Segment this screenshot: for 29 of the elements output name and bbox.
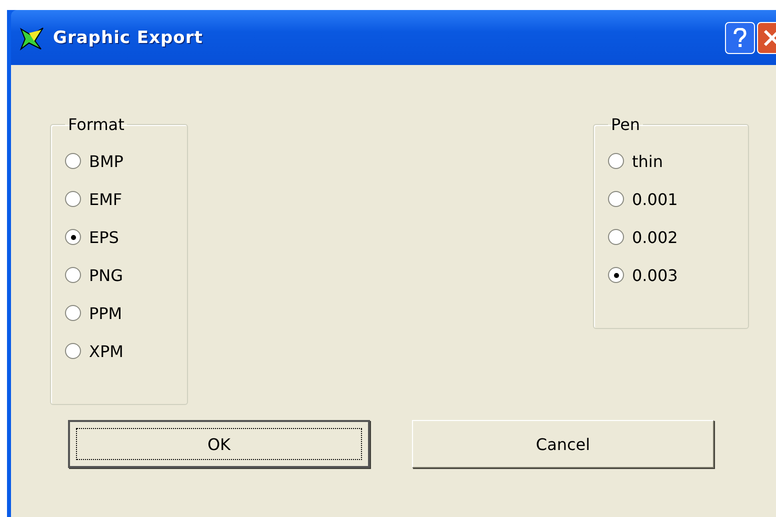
radio-button[interactable]	[608, 229, 624, 245]
option-label: BMP	[89, 152, 124, 170]
radio-button[interactable]	[65, 191, 81, 207]
option-label: PPM	[89, 304, 122, 322]
close-icon	[763, 28, 776, 46]
help-button[interactable]	[725, 22, 755, 54]
option-label: XPM	[89, 342, 124, 360]
radio-button[interactable]	[65, 305, 81, 321]
option-label: 0.003	[632, 266, 678, 284]
group-label: Format	[67, 115, 126, 134]
radio-button[interactable]	[608, 153, 624, 169]
option-label: EMF	[89, 190, 122, 208]
help-icon	[733, 28, 747, 48]
radio-button[interactable]	[65, 229, 81, 245]
radio-button[interactable]	[65, 267, 81, 283]
window-title: Graphic Export	[53, 28, 204, 48]
dialog-button[interactable]: Cancel	[412, 420, 714, 468]
radio-button[interactable]	[608, 267, 624, 283]
radio-button[interactable]	[65, 343, 81, 359]
app-icon	[19, 24, 45, 50]
option-label: PNG	[89, 266, 124, 284]
option-label: thin	[632, 152, 663, 170]
group-label: Pen	[610, 115, 642, 134]
dialog-button[interactable]: OK	[68, 420, 370, 468]
radio-button[interactable]	[608, 191, 624, 207]
option-label: 0.001	[632, 190, 678, 208]
option-label: 0.002	[632, 228, 678, 246]
option-label: EPS	[89, 228, 119, 246]
radio-button[interactable]	[65, 153, 81, 169]
